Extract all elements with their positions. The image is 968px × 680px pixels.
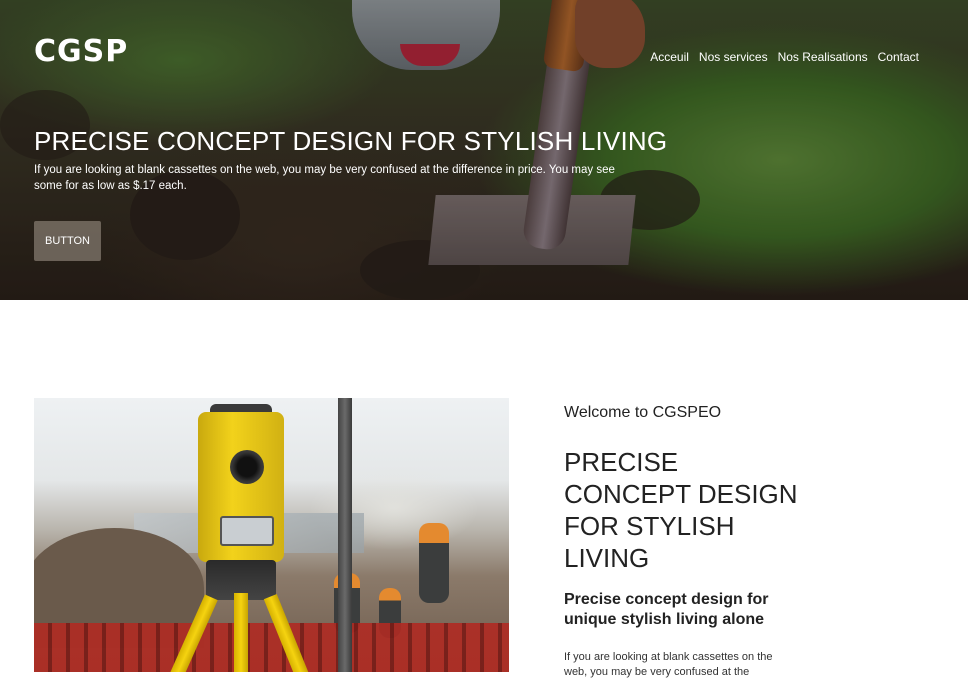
nav-item-contact[interactable]: Contact (878, 50, 919, 64)
site-logo[interactable]: CGSP (34, 34, 128, 69)
nav-item-nos-services[interactable]: Nos services (699, 50, 768, 64)
main-nav: Acceuil Nos services Nos Realisations Co… (650, 50, 919, 64)
hero-section: CGSP Acceuil Nos services Nos Realisatio… (0, 0, 968, 300)
section-subheading: Precise concept design for unique stylis… (564, 591, 769, 628)
hero-title: PRECISE CONCEPT DESIGN FOR STYLISH LIVIN… (34, 126, 668, 156)
surveyor-photo (34, 398, 509, 672)
nav-item-acceuil[interactable]: Acceuil (650, 50, 689, 64)
hero-text: If you are looking at blank cassettes on… (34, 164, 615, 192)
section-body-text: If you are looking at blank cassettes on… (564, 651, 773, 678)
section-heading: PRECISE CONCEPT DESIGN FOR STYLISH LIVIN… (564, 447, 798, 573)
hero-button[interactable]: BUTTON (34, 221, 101, 261)
welcome-heading: Welcome to CGSPEO (564, 404, 722, 421)
nav-item-nos-realisations[interactable]: Nos Realisations (778, 50, 868, 64)
